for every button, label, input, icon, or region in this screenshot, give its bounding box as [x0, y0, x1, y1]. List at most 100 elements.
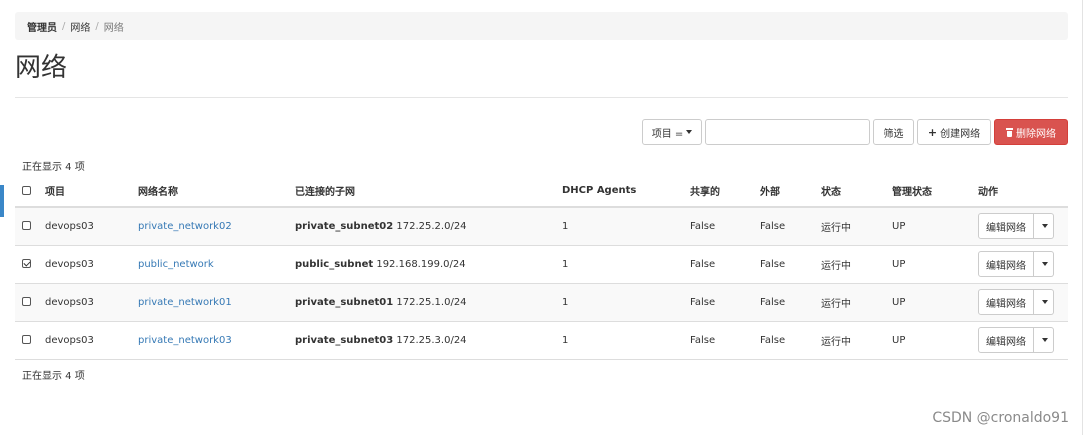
admin-state-cell: UP [885, 207, 971, 246]
shared-cell: False [683, 321, 753, 360]
row-action-group: 编辑网络 [978, 289, 1054, 315]
filter-field-label: 项目 = [651, 128, 684, 140]
subnet-name: private_subnet02 [295, 220, 394, 232]
select-all-cell [15, 175, 38, 208]
row-action-group: 编辑网络 [978, 251, 1054, 277]
filter-input[interactable] [705, 119, 870, 145]
caret-down-icon [1042, 224, 1048, 229]
row-checkbox[interactable] [22, 259, 31, 268]
item-count-top: 正在显示 4 项 [22, 162, 85, 173]
title-divider [15, 97, 1068, 98]
create-network-label: 创建网络 [940, 128, 981, 140]
item-count-bottom: 正在显示 4 项 [22, 371, 85, 382]
header-network-name[interactable]: 网络名称 [131, 175, 288, 208]
row-select-cell [15, 245, 38, 284]
subnet-cidr: 172.25.2.0/24 [396, 220, 467, 232]
row-checkbox[interactable] [22, 297, 31, 306]
external-cell: False [753, 283, 814, 322]
subnet-name: public_subnet [295, 258, 374, 270]
row-select-cell [15, 207, 38, 246]
network-name-cell: public_network [131, 245, 288, 284]
project-cell: devops03 [38, 283, 131, 322]
network-name-cell: private_network02 [131, 207, 288, 246]
dhcp-agents-cell: 1 [555, 321, 683, 360]
breadcrumb-current: 网络 [103, 22, 124, 34]
caret-down-icon [686, 130, 693, 134]
row-checkbox[interactable] [22, 335, 31, 344]
header-shared[interactable]: 共享的 [683, 175, 753, 208]
breadcrumb: 管理员 / 网络 / 网络 [15, 12, 1068, 40]
row-actions-dropdown-button[interactable] [1034, 327, 1054, 353]
subnet-cell: private_subnet01 172.25.1.0/24 [288, 283, 555, 322]
header-subnets[interactable]: 已连接的子网 [288, 175, 555, 208]
subnet-cell: public_subnet 192.168.199.0/24 [288, 245, 555, 284]
subnet-cell: private_subnet02 172.25.2.0/24 [288, 207, 555, 246]
subnet-name: private_subnet03 [295, 334, 394, 346]
subnet-cidr: 172.25.3.0/24 [396, 334, 467, 346]
shared-cell: False [683, 207, 753, 246]
project-cell: devops03 [38, 207, 131, 246]
filter-field-select[interactable]: 项目 = [642, 119, 702, 145]
project-cell: devops03 [38, 321, 131, 360]
network-name-link[interactable]: private_network01 [138, 297, 232, 308]
actions-cell: 编辑网络 [971, 207, 1068, 246]
subnet-name: private_subnet01 [295, 296, 394, 308]
admin-state-cell: UP [885, 245, 971, 284]
external-cell: False [753, 245, 814, 284]
select-all-checkbox[interactable] [22, 185, 31, 195]
filter-button-label: 筛选 [883, 128, 904, 140]
admin-state-cell: UP [885, 283, 971, 322]
network-name-cell: private_network03 [131, 321, 288, 360]
row-actions-dropdown-button[interactable] [1034, 213, 1054, 240]
status-cell: 运行中 [814, 321, 885, 360]
header-actions: 动作 [971, 175, 1068, 208]
actions-cell: 编辑网络 [971, 321, 1068, 360]
caret-down-icon [1042, 338, 1048, 342]
row-actions-dropdown-button[interactable] [1034, 251, 1054, 277]
row-select-cell [15, 321, 38, 360]
header-status[interactable]: 状态 [814, 175, 885, 208]
row-actions-dropdown-button[interactable] [1034, 289, 1054, 315]
create-network-button[interactable]: + 创建网络 [917, 119, 991, 145]
edit-network-button[interactable]: 编辑网络 [978, 289, 1034, 315]
status-cell: 运行中 [814, 283, 885, 322]
row-checkbox[interactable] [22, 221, 31, 231]
table-row: devops03 public_network public_subnet 19… [15, 245, 1068, 284]
row-action-group: 编辑网络 [978, 327, 1054, 353]
header-project[interactable]: 项目 [38, 175, 131, 208]
breadcrumb-separator: / [62, 20, 66, 32]
breadcrumb-network-panel[interactable]: 网络 [70, 19, 90, 34]
project-cell: devops03 [38, 245, 131, 284]
subnet-cidr: 192.168.199.0/24 [376, 258, 466, 270]
external-cell: False [753, 207, 814, 246]
row-action-group: 编辑网络 [978, 213, 1054, 240]
trash-icon [1006, 127, 1013, 137]
status-cell: 运行中 [814, 207, 885, 246]
dhcp-agents-cell: 1 [555, 283, 683, 322]
delete-networks-label: 删除网络 [1016, 128, 1056, 140]
networks-table: 项目 网络名称 已连接的子网 DHCP Agents 共享的 外部 状态 管理状… [15, 175, 1068, 360]
network-name-cell: private_network01 [131, 283, 288, 322]
delete-networks-button[interactable]: 删除网络 [994, 119, 1068, 145]
caret-down-icon [1042, 300, 1048, 304]
network-name-link[interactable]: public_network [138, 259, 214, 270]
filter-button[interactable]: 筛选 [873, 119, 914, 145]
header-dhcp-agents[interactable]: DHCP Agents [555, 175, 683, 208]
edit-network-button[interactable]: 编辑网络 [978, 251, 1034, 277]
external-cell: False [753, 321, 814, 360]
page-title: 网络 [15, 53, 68, 83]
edit-network-button[interactable]: 编辑网络 [978, 327, 1034, 353]
header-external[interactable]: 外部 [753, 175, 814, 208]
table-header-row: 项目 网络名称 已连接的子网 DHCP Agents 共享的 外部 状态 管理状… [15, 175, 1068, 208]
dhcp-agents-cell: 1 [555, 245, 683, 284]
network-name-link[interactable]: private_network02 [138, 221, 232, 232]
left-accent-bar [0, 185, 4, 217]
actions-cell: 编辑网络 [971, 283, 1068, 322]
header-admin-state[interactable]: 管理状态 [885, 175, 971, 208]
edit-network-button[interactable]: 编辑网络 [978, 213, 1034, 240]
breadcrumb-separator: / [95, 20, 99, 32]
network-name-link[interactable]: private_network03 [138, 335, 232, 346]
subnet-cell: private_subnet03 172.25.3.0/24 [288, 321, 555, 360]
actions-cell: 编辑网络 [971, 245, 1068, 284]
breadcrumb-admin[interactable]: 管理员 [27, 19, 57, 34]
